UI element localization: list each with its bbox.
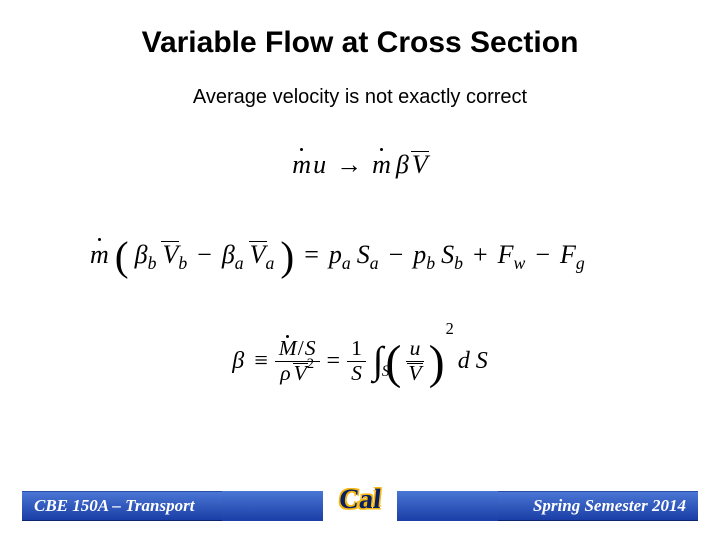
fraction-one-over-s: 1 S — [347, 337, 366, 386]
symbol-fw: Fw — [498, 240, 526, 270]
symbol-mdot: m — [90, 240, 109, 270]
defeq-sign: ≡ — [254, 348, 268, 375]
subscript-a: a — [370, 253, 379, 273]
left-paren-icon: ( — [115, 244, 129, 269]
university-logo: Cal — [323, 474, 397, 526]
symbol-s: S — [347, 362, 366, 386]
equation-3: β ≡ M / S ρ V 2 = 1 S ∫S ( u V — [50, 325, 670, 397]
symbol-rho: ρ — [280, 362, 290, 386]
symbol-sa: Sa — [357, 240, 379, 270]
fraction-u-over-vbar: u V — [404, 337, 425, 386]
symbol-vbar: V — [162, 240, 178, 270]
minus-sign: − — [197, 240, 212, 270]
arrow-icon: → — [336, 150, 362, 180]
symbol-vbar: V — [412, 150, 428, 180]
symbol-u: u — [313, 150, 326, 180]
symbol-vbar-a: Va — [250, 240, 275, 270]
symbol-beta-b: βb — [135, 240, 157, 270]
subscript-a: a — [342, 253, 351, 273]
symbol-pa: pa — [329, 240, 351, 270]
symbol-pb: pb — [413, 240, 435, 270]
minus-sign: − — [389, 240, 404, 270]
symbol-f: F — [498, 240, 514, 269]
equation-1: m u → m β V — [50, 135, 670, 195]
superscript-2: 2 — [307, 356, 314, 372]
integral-icon: ∫S — [373, 346, 384, 377]
symbol-vbar: V — [294, 362, 307, 386]
superscript-2: 2 — [446, 319, 454, 339]
symbol-beta-a: βa — [222, 240, 244, 270]
symbol-s: S — [441, 240, 454, 269]
symbol-vbar-b: Vb — [162, 240, 187, 270]
symbol-beta: β — [135, 240, 148, 269]
subscript-b: b — [454, 253, 463, 273]
cal-logo-text: Cal — [337, 484, 382, 516]
right-paren-icon: ) — [429, 349, 445, 378]
subscript-b: b — [178, 253, 187, 273]
symbol-beta: β — [222, 240, 235, 269]
plus-sign: + — [473, 240, 488, 270]
symbol-f: F — [560, 240, 576, 269]
symbol-s: S — [357, 240, 370, 269]
symbol-p: p — [413, 240, 426, 269]
symbol-vbar: V — [250, 240, 266, 270]
subscript-a: a — [235, 253, 244, 273]
footer-term: Spring Semester 2014 — [498, 491, 698, 521]
symbol-beta: β — [232, 348, 244, 375]
symbol-mdot: m — [292, 150, 311, 180]
right-paren-icon: ) — [280, 244, 294, 269]
symbol-u: u — [406, 337, 425, 362]
subscript-b: b — [426, 253, 435, 273]
equation-2: m ( βb Vb − βa Va ) = pa Sa − pb Sb + — [50, 225, 670, 285]
subscript-g: g — [576, 253, 585, 273]
subscript-a: a — [266, 253, 275, 273]
equals-sign: = — [327, 348, 341, 375]
footer: CBE 150A – Transport Spring Semester 201… — [0, 482, 720, 530]
symbol-vbar: V — [408, 362, 421, 386]
minus-sign: − — [535, 240, 550, 270]
equations-area: m u → m β V m ( βb Vb − βa Va ) = pa Sa … — [0, 109, 720, 397]
fraction-mdot-over-rhov2: M / S ρ V 2 — [275, 337, 320, 386]
symbol-sb: Sb — [441, 240, 463, 270]
symbol-beta: β — [396, 150, 409, 180]
symbol-Mdot: M — [279, 337, 297, 361]
symbol-mdot: m — [372, 150, 391, 180]
page-subtitle: Average velocity is not exactly correct — [0, 86, 720, 109]
page-title: Variable Flow at Cross Section — [0, 0, 720, 60]
symbol-one: 1 — [347, 337, 366, 362]
footer-course: CBE 150A – Transport — [22, 491, 222, 521]
subscript-w: w — [514, 253, 526, 273]
squared-paren: ( u V ) 2 — [385, 337, 453, 386]
symbol-fg: Fg — [560, 240, 585, 270]
subscript-b: b — [148, 253, 157, 273]
slash-icon: / — [298, 337, 304, 361]
symbol-dS: d S — [458, 348, 488, 375]
symbol-p: p — [329, 240, 342, 269]
equals-sign: = — [304, 240, 319, 270]
left-paren-icon: ( — [385, 349, 401, 378]
